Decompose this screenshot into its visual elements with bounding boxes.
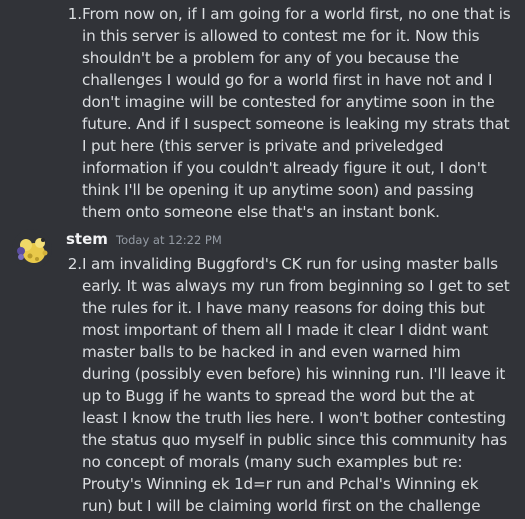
message-body: 2. I am invaliding Buggford's CK run for…	[66, 253, 512, 519]
message-content: I am invaliding Buggford's CK run for us…	[82, 255, 510, 515]
username[interactable]: stem	[66, 230, 108, 248]
message-header: stem Today at 12:22 PM	[66, 228, 222, 250]
message-content: From now on, if I am going for a world f…	[82, 5, 511, 221]
list-number: 2.	[67, 255, 82, 273]
list-number: 1.	[67, 5, 82, 23]
timestamp[interactable]: Today at 12:22 PM	[116, 233, 222, 247]
avatar[interactable]	[12, 229, 52, 269]
yellow-pokemon-avatar-icon	[12, 229, 52, 269]
continued-message: 1. From now on, if I am going for a worl…	[66, 3, 512, 223]
